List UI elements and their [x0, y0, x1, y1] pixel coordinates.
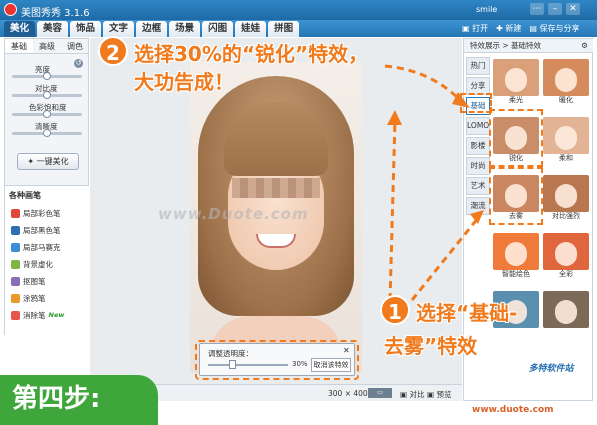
step-2-number: 2 — [98, 36, 128, 66]
app-window: 美图秀秀 3.1.6 smile ⋯ – ✕ 美化 美容 饰品 文字 边框 场景… — [0, 0, 597, 425]
step-1-text-line-1: 选择“基础- — [416, 301, 518, 325]
site-url: www.duote.com — [472, 405, 554, 415]
arrowhead — [470, 210, 484, 224]
step-1-text-line-2: 去雾”特效 — [384, 334, 478, 358]
arrow-to-dehaze — [410, 217, 480, 301]
site-logo: 多特软件站 — [528, 364, 574, 374]
step-2-text-line-2: 大功告成！ — [134, 70, 234, 94]
arrowhead — [387, 110, 402, 125]
arrow-to-basic — [388, 119, 397, 301]
step-2-text-line-1: 选择30%的“锐化”特效， — [134, 42, 369, 66]
step-1-number: 1 — [380, 295, 410, 325]
arrow-to-sharpen — [384, 64, 462, 102]
step-label: 第四步: — [0, 375, 158, 425]
